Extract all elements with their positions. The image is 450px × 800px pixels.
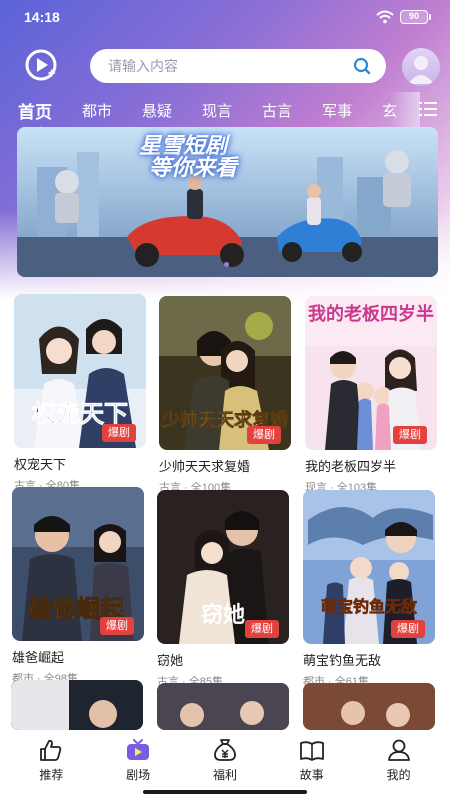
drama-poster[interactable]: 我的老板四岁半 爆剧: [305, 296, 437, 450]
search-bar[interactable]: [90, 49, 386, 83]
nav-recommend-label: 推荐: [39, 768, 64, 782]
tab-home[interactable]: 首页: [18, 98, 52, 123]
status-time: 14:18: [24, 9, 60, 25]
drama-title[interactable]: 权宠天下: [14, 454, 150, 473]
drama-title[interactable]: 窃她: [157, 650, 293, 669]
drama-card[interactable]: 雄爸崛起 爆剧 雄爸崛起 都市 · 全98集: [12, 487, 148, 686]
drama-poster[interactable]: [303, 683, 435, 730]
status-bar: 14:18 90: [0, 0, 450, 34]
drama-card[interactable]: 窃她 爆剧 窃她 古言 · 全85集: [157, 490, 293, 689]
tab-urban[interactable]: 都市: [82, 100, 112, 121]
poster-title-art: 我的老板四岁半: [308, 303, 434, 324]
tv-icon: [127, 739, 150, 760]
drama-poster[interactable]: [157, 683, 289, 730]
drama-card[interactable]: 我的老板四岁半 爆剧 我的老板四岁半 现言 · 全103集: [305, 296, 441, 495]
drama-card[interactable]: 萌宝钓鱼无敌 爆剧 萌宝钓鱼无敌 都市 · 全61集: [303, 490, 439, 689]
drama-poster[interactable]: 少帅天天求复婚 爆剧: [159, 296, 291, 450]
drama-card[interactable]: 少帅天天求复婚 爆剧 少帅天天求复婚 古言 · 全100集: [159, 296, 295, 495]
drama-poster[interactable]: 权宠天下 爆剧: [14, 294, 146, 448]
poster-title-art: 窃她: [201, 602, 245, 627]
tab-military[interactable]: 军事: [322, 100, 352, 121]
banner-title: 星雪短剧 等你来看: [129, 135, 237, 179]
nav-mine[interactable]: 我的: [359, 738, 439, 800]
banner-page-indicator: [224, 262, 229, 267]
poster-image: [157, 683, 289, 730]
nav-theater-label: 剧场: [126, 768, 151, 782]
banner-line-2: 等你来看: [149, 155, 238, 180]
tab-suspense[interactable]: 悬疑: [142, 100, 172, 121]
poster-image: [11, 680, 143, 730]
home-indicator: [143, 790, 307, 794]
battery-icon: 90: [400, 10, 431, 24]
drama-poster[interactable]: [11, 680, 143, 730]
nav-mine-label: 我的: [386, 768, 411, 782]
drama-card[interactable]: [303, 683, 439, 730]
tabs-fade: [390, 92, 420, 128]
tab-ancient-romance[interactable]: 古言: [262, 100, 292, 121]
user-avatar[interactable]: [402, 48, 440, 86]
nav-story-label: 故事: [299, 768, 324, 782]
drama-poster[interactable]: 窃她 爆剧: [157, 490, 289, 644]
hot-badge: 爆剧: [245, 620, 279, 638]
drama-title[interactable]: 少帅天天求复婚: [159, 456, 295, 475]
banner-line-1: 星雪短剧: [139, 133, 228, 158]
search-input[interactable]: [108, 58, 328, 74]
status-icons: 90: [376, 10, 431, 24]
drama-card[interactable]: 权宠天下 爆剧 权宠天下 古言 · 全80集: [14, 294, 150, 493]
nav-welfare-label: 福利: [212, 768, 237, 782]
search-icon[interactable]: [352, 56, 372, 76]
drama-card[interactable]: [157, 683, 293, 730]
person-icon: [387, 739, 410, 761]
drama-card[interactable]: [11, 680, 147, 730]
poster-image: [303, 683, 435, 730]
poster-title-art: 萌宝钓鱼无敌: [321, 597, 417, 616]
person-avatar-icon: [408, 56, 434, 84]
hot-badge: 爆剧: [247, 426, 281, 444]
category-tabs: 首页 都市 悬疑 现言 古言 军事 玄: [0, 92, 450, 128]
wifi-icon: [376, 10, 394, 24]
thumbs-up-icon: [40, 739, 62, 761]
promo-banner[interactable]: 星雪短剧 等你来看: [17, 127, 438, 277]
drama-poster[interactable]: 雄爸崛起 爆剧: [12, 487, 144, 641]
drama-title[interactable]: 萌宝钓鱼无敌: [303, 650, 439, 669]
book-icon: [299, 741, 324, 761]
drama-title[interactable]: 我的老板四岁半: [305, 456, 441, 475]
drama-title[interactable]: 雄爸崛起: [12, 647, 148, 666]
money-bag-icon: [214, 739, 236, 761]
hot-badge: 爆剧: [102, 424, 136, 442]
drama-poster[interactable]: 萌宝钓鱼无敌 爆剧: [303, 490, 435, 644]
category-menu-icon[interactable]: [418, 99, 438, 119]
hot-badge: 爆剧: [393, 426, 427, 444]
header-row: [0, 44, 450, 92]
nav-recommend[interactable]: 推荐: [11, 738, 91, 800]
app-logo-icon[interactable]: [24, 48, 62, 86]
tab-modern-romance[interactable]: 现言: [202, 100, 232, 121]
hot-badge: 爆剧: [391, 620, 425, 638]
hot-badge: 爆剧: [100, 617, 134, 635]
